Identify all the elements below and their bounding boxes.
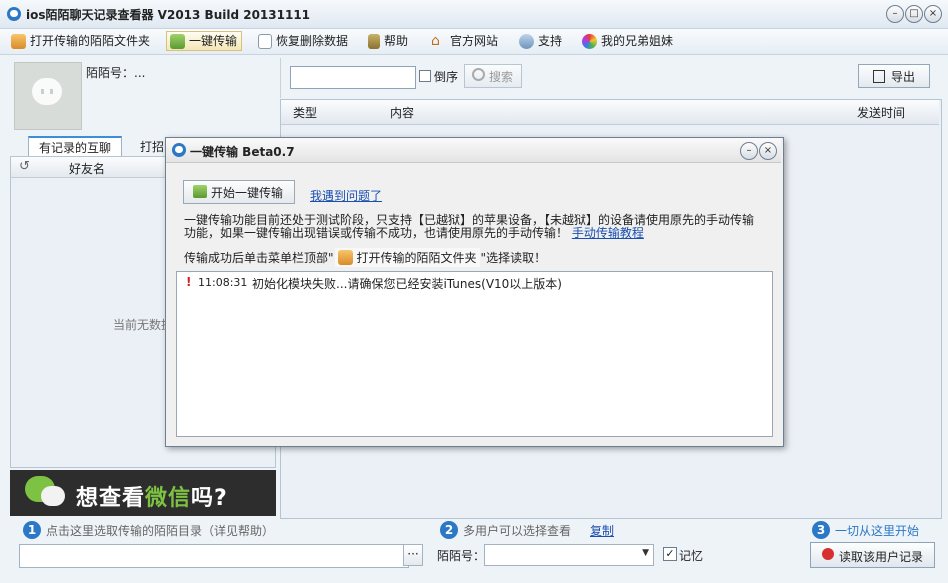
color-wheel-icon	[582, 33, 597, 49]
wechat-banner-text: 想查看微信吗?	[76, 480, 228, 512]
dialog-title: 一键传输 Beta0.7	[190, 145, 295, 159]
reverse-order-label: 倒序	[434, 70, 459, 84]
help-book-icon	[368, 33, 380, 49]
export-button-label: 导出	[891, 70, 916, 84]
menu-label: 恢复删除数据	[276, 34, 349, 48]
export-icon	[873, 70, 885, 83]
menu-support[interactable]: 支持	[516, 32, 566, 50]
manual-transfer-link[interactable]: 手动传输教程	[572, 226, 644, 240]
log-time: 11:08:31	[198, 276, 248, 289]
transfer-icon	[193, 185, 207, 198]
step-2-badge: 2	[440, 521, 458, 539]
read-button-label: 读取该用户记录	[839, 550, 924, 564]
browse-directory-button[interactable]: ···	[403, 544, 423, 566]
remember-checkbox[interactable]: ✓	[663, 547, 677, 561]
app-logo-icon	[7, 7, 21, 21]
menu-label: 一键传输	[189, 34, 238, 48]
friend-name-column[interactable]: 好友名	[69, 160, 105, 177]
start-transfer-label: 开始一键传输	[211, 186, 284, 200]
transfer-icon	[170, 33, 185, 49]
search-icon	[472, 68, 485, 81]
description-text: 功能，如果一键传输出现错误或传输不成功，也请使用原先的手动传输！	[184, 226, 569, 240]
read-user-records-button[interactable]: 读取该用户记录	[810, 542, 935, 568]
menu-label: 支持	[538, 34, 563, 48]
support-user-icon	[519, 33, 534, 49]
menu-label: 官方网站	[450, 34, 499, 48]
momo-id-label: 陌陌号：...	[86, 66, 146, 80]
column-send-time[interactable]: 发送时间	[857, 104, 905, 121]
divider	[280, 58, 281, 98]
records-table-header	[281, 100, 939, 125]
menu-help[interactable]: 帮助	[365, 32, 412, 50]
banner-text-highlight: 微信	[145, 486, 192, 511]
wechat-logo-icon	[25, 476, 65, 506]
close-button[interactable]: ×	[924, 5, 942, 23]
menu-siblings[interactable]: 我的兄弟姐妹	[579, 32, 677, 50]
minimize-button[interactable]: –	[886, 5, 904, 23]
start-transfer-button[interactable]: 开始一键传输	[183, 180, 295, 204]
dialog-minimize-button[interactable]: –	[740, 142, 758, 160]
hint-prefix: 传输成功后单击菜单栏顶部"	[184, 251, 334, 265]
reverse-order-checkbox[interactable]	[419, 70, 431, 82]
menu-one-click-transfer[interactable]: 一键传输	[166, 31, 243, 51]
dialog-logo-icon	[172, 143, 186, 157]
tab-chat-records[interactable]: 有记录的互聊	[28, 136, 122, 157]
hint-open-folder-chip: 打开传输的陌陌文件夹	[334, 248, 480, 267]
log-message: 初始化模块失败...请确保您已经安装iTunes(V10以上版本)	[252, 277, 562, 291]
dialog-hint: 传输成功后单击菜单栏顶部" 打开传输的陌陌文件夹 "选择读取！	[184, 248, 546, 267]
refresh-icon[interactable]: ↺	[19, 159, 30, 174]
problem-link[interactable]: 我遇到问题了	[310, 187, 382, 204]
column-content[interactable]: 内容	[390, 104, 414, 121]
dialog-close-button[interactable]: ×	[759, 142, 777, 160]
error-icon: !	[186, 275, 192, 289]
target-icon	[822, 548, 834, 560]
search-input[interactable]	[290, 66, 416, 89]
menu-open-folder[interactable]: 打开传输的陌陌文件夹	[8, 32, 154, 50]
export-button[interactable]: 导出	[858, 64, 930, 88]
empty-state-text: 当前无数据	[113, 318, 174, 332]
step-1-text: 点击这里选取传输的陌陌目录（详见帮助）	[46, 524, 275, 538]
momo-logo-icon	[32, 78, 62, 105]
search-button[interactable]: 搜索	[464, 64, 522, 88]
banner-text-prefix: 想查看	[76, 486, 146, 511]
column-type[interactable]: 类型	[293, 104, 317, 121]
search-button-label: 搜索	[489, 70, 514, 84]
window-title: ios陌陌聊天记录查看器 V2013 Build 20131111	[26, 8, 311, 22]
folder-icon	[337, 250, 353, 265]
momo-user-select[interactable]: ▼	[484, 544, 654, 566]
copy-link[interactable]: 复制	[590, 522, 614, 539]
folder-icon	[11, 33, 26, 49]
step-3-text: 一切从这里开始	[835, 524, 920, 538]
menu-label: 我的兄弟姐妹	[601, 34, 674, 48]
menu-label: 帮助	[384, 34, 409, 48]
menu-restore-deleted[interactable]: 恢复删除数据	[255, 32, 352, 50]
hint-chip-label: 打开传输的陌陌文件夹	[356, 251, 477, 265]
directory-input[interactable]	[19, 544, 409, 568]
step-1-badge: 1	[23, 521, 41, 539]
menu-official-site[interactable]: ⌂ 官方网站	[428, 32, 502, 50]
chevron-down-icon: ▼	[642, 548, 649, 558]
restore-icon	[258, 33, 272, 49]
transfer-log[interactable]	[176, 271, 773, 437]
hint-suffix: "选择读取！	[480, 251, 547, 265]
remember-label: 记忆	[679, 549, 704, 563]
maximize-button[interactable]: □	[905, 5, 923, 23]
dialog-description-line2: 功能，如果一键传输出现错误或传输不成功，也请使用原先的手动传输！ 手动传输教程	[184, 224, 644, 241]
step-3-badge: 3	[812, 521, 830, 539]
step-2-text: 多用户可以选择查看	[463, 524, 572, 538]
home-icon: ⌂	[431, 32, 440, 49]
banner-text-suffix: 吗?	[191, 486, 228, 511]
menu-label: 打开传输的陌陌文件夹	[30, 34, 151, 48]
momo-id-select-label: 陌陌号：	[437, 549, 486, 563]
